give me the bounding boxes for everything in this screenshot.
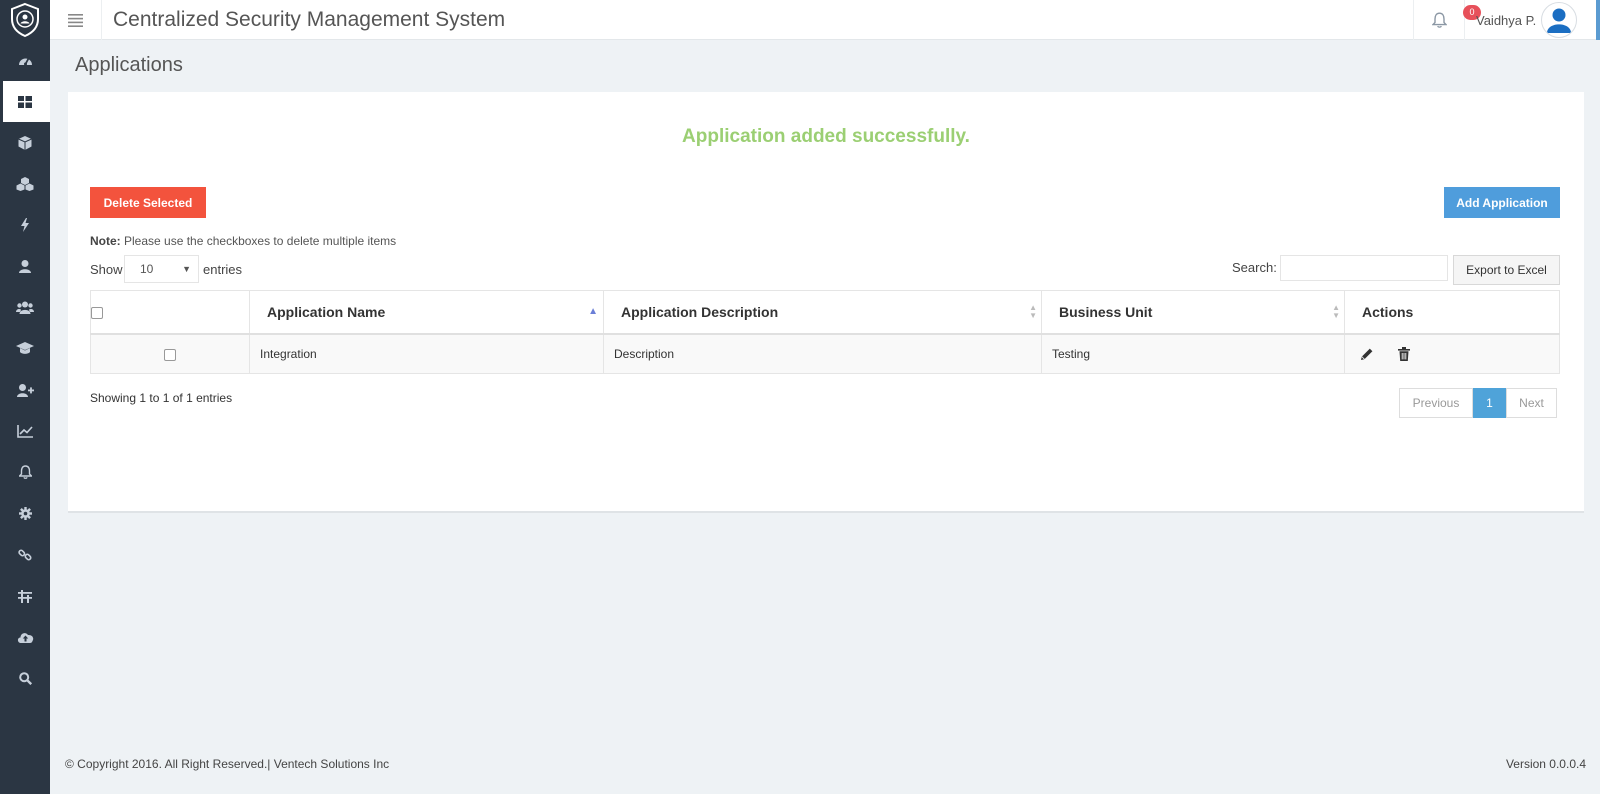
bolt-icon [21,218,29,233]
users-icon [16,301,34,315]
delete-selected-button[interactable]: Delete Selected [90,187,206,218]
select-all-checkbox[interactable] [91,307,103,320]
dashboard-icon [18,58,32,66]
column-actions: Actions [1344,290,1560,335]
footer-version: Version 0.0.0.4 [1505,757,1586,771]
search-icon [18,672,32,685]
pagination-previous-button[interactable]: Previous [1399,388,1473,418]
pagination-page-1[interactable]: 1 [1473,388,1506,418]
table-header-row: Application Name ▲ Application Descripti… [90,290,1560,335]
row-checkbox[interactable] [164,348,176,361]
table-info: Showing 1 to 1 of 1 entries [90,391,233,405]
sidebar-item-reports[interactable] [0,411,50,452]
select-all-header [90,290,250,335]
graduation-cap-icon [16,342,34,355]
user-icon [19,260,31,274]
export-to-excel-button[interactable]: Export to Excel [1453,255,1560,285]
page-size-value: 10 [140,262,154,276]
user-avatar-icon [1547,8,1571,33]
column-application-name-label: Application Name [267,303,386,320]
column-business-unit[interactable]: Business Unit ▲ ▼ [1041,290,1345,335]
sidebar-item-settings[interactable] [0,493,50,534]
column-application-name[interactable]: Application Name ▲ [249,290,604,335]
bell-icon [18,465,32,480]
sort-both-icon: ▲ ▼ [1332,303,1340,320]
table-row: Integration Description Testing [90,333,1560,374]
note-text: Please use the checkboxes to delete mult… [120,234,397,248]
cell-actions [1344,333,1560,374]
edit-pencil-icon[interactable] [1359,346,1375,362]
cubes-icon [16,177,34,192]
user-plus-icon [16,383,34,397]
pagination-next-button[interactable]: Next [1506,388,1557,418]
notifications-button[interactable] [1413,0,1465,40]
sidebar-item-applications[interactable] [0,81,50,123]
column-actions-label: Actions [1362,303,1414,320]
sidebar-item-notifications[interactable] [0,452,50,493]
header-edge-accent [1596,0,1600,40]
avatar[interactable] [1541,2,1577,38]
hamburger-icon [68,13,83,27]
menu-toggle-button[interactable] [50,0,102,40]
sidebar-item-dashboard[interactable] [0,40,50,81]
sliders-icon [18,590,32,604]
entries-label: entries [203,262,243,277]
success-message: Application added successfully. [682,126,970,147]
search-input[interactable] [1280,255,1448,281]
user-name[interactable]: Vaidhya P. [1476,13,1536,28]
sidebar-item-cube[interactable] [0,122,50,163]
delete-trash-icon[interactable] [1396,346,1412,362]
column-application-description[interactable]: Application Description ▲ ▼ [603,290,1042,335]
sidebar-item-users[interactable] [0,287,50,328]
page-title: Applications [75,54,183,76]
add-application-button[interactable]: Add Application [1444,187,1560,218]
show-label: Show [90,262,123,277]
cell-application-description: Description [603,333,1042,374]
line-chart-icon [17,424,33,438]
applications-table: Application Name ▲ Application Descripti… [90,290,1560,374]
bell-icon [1431,12,1447,28]
sidebar-item-cubes[interactable] [0,164,50,205]
applications-panel: Application added successfully. Delete S… [68,92,1584,513]
app-title: Centralized Security Management System [113,8,506,31]
sidebar-item-user[interactable] [0,246,50,287]
chevron-down-icon: ▼ [182,264,191,274]
link-icon [18,549,32,561]
sort-ascending-icon: ▲ [588,306,598,317]
cloud-upload-icon [17,633,33,644]
top-header: Centralized Security Management System 0… [50,0,1600,40]
footer-copyright: © Copyright 2016. All Right Reserved.| V… [65,757,390,771]
gear-icon [18,507,32,521]
sidebar [0,0,50,794]
sidebar-item-bolt[interactable] [0,205,50,246]
sidebar-item-upload[interactable] [0,617,50,658]
sidebar-item-search[interactable] [0,658,50,699]
column-business-unit-label: Business Unit [1059,303,1153,320]
pagination: Previous 1 Next [1399,388,1557,418]
search-label: Search: [1232,260,1277,275]
sort-both-icon: ▲ ▼ [1029,303,1037,320]
page-size-select[interactable]: 10 ▼ [124,255,199,283]
cell-application-name: Integration [249,333,604,374]
column-application-description-label: Application Description [621,303,779,320]
sidebar-item-add-user[interactable] [0,370,50,411]
sidebar-item-controls[interactable] [0,575,50,616]
cell-business-unit: Testing [1041,333,1345,374]
delete-note: Note: Please use the checkboxes to delet… [90,234,396,248]
shield-logo-icon[interactable] [0,0,50,40]
note-prefix: Note: [90,234,121,248]
cube-icon [18,135,32,150]
sidebar-item-integrations[interactable] [0,534,50,575]
applications-icon [18,95,32,108]
sidebar-item-training[interactable] [0,328,50,369]
row-checkbox-cell [90,333,250,374]
